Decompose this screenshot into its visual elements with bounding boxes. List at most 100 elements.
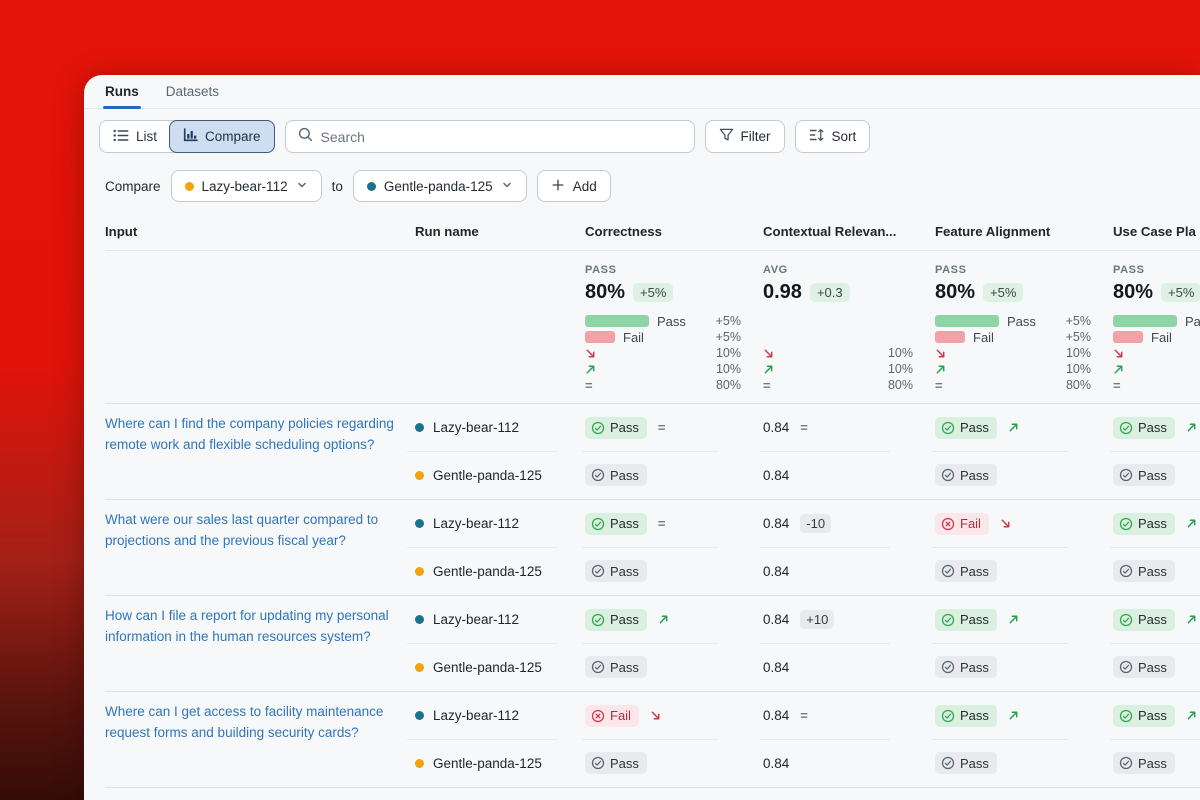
contextual-cell: 0.84	[763, 548, 935, 596]
badge-label: Pass	[960, 564, 989, 579]
badge-label: Pass	[960, 420, 989, 435]
toolbar: List Compare Filter	[99, 120, 1200, 153]
badge-label: Pass	[1138, 756, 1167, 771]
trend-up-icon	[658, 614, 669, 625]
correctness-cell: Pass	[585, 548, 763, 596]
sort-button[interactable]: Sort	[795, 120, 871, 153]
tab-bar: Runs Datasets	[84, 75, 1200, 109]
usecase-cell: Pass	[1113, 740, 1200, 788]
feature-column: FailPass	[935, 500, 1113, 595]
usecase-cell: Pass	[1113, 644, 1200, 692]
legend-value: +5%	[716, 314, 741, 328]
filter-icon	[719, 128, 734, 145]
trend-down-icon	[1113, 348, 1124, 359]
legend-label: Pass	[1185, 314, 1200, 329]
usecase-cell: Pass	[1113, 596, 1200, 644]
correctness-cell: Fail	[585, 692, 763, 740]
run-name-cell[interactable]: Lazy-bear-112	[415, 500, 585, 548]
filter-button[interactable]: Filter	[705, 120, 785, 153]
contextual-relevance-legend: 10%10%=80%	[763, 345, 913, 393]
score-value: 0.84	[763, 468, 789, 483]
pass-distribution-bar	[935, 315, 999, 327]
legend-value: 10%	[888, 346, 913, 360]
run-name-cell[interactable]: Lazy-bear-112	[415, 404, 585, 452]
add-label: Add	[573, 179, 597, 194]
summary-row: PASS 80% +5% Pass+5%Fail+5%10%10%=80% AV…	[105, 251, 1200, 403]
comparison-row: Where can I find the company policies re…	[105, 403, 1200, 499]
legend-label: Fail	[973, 330, 994, 345]
chevron-down-icon	[296, 179, 308, 194]
add-run-button[interactable]: Add	[537, 170, 611, 202]
run-name-cell[interactable]: Lazy-bear-112	[415, 596, 585, 644]
trend-up-icon	[1186, 710, 1197, 721]
stat-label: AVG	[763, 264, 913, 276]
pass-badge: Pass	[1113, 560, 1175, 582]
input-question-link[interactable]: What were our sales last quarter compare…	[105, 512, 378, 548]
check-circle-icon	[1119, 756, 1133, 770]
run-color-dot	[415, 567, 424, 576]
equals-icon: =	[585, 378, 593, 393]
badge-label: Pass	[1138, 708, 1167, 723]
feature-alignment-legend: Pass+5%Fail+5%10%10%=80%	[935, 313, 1091, 393]
legend-row: Fail +5%	[935, 329, 1091, 345]
pass-badge: Pass	[1113, 464, 1175, 486]
run-name-cell[interactable]: Gentle-panda-125	[415, 548, 585, 596]
input-cell: How can I file a report for updating my …	[105, 596, 415, 691]
legend-row: Pass +5%	[585, 313, 741, 329]
usecase-column: Pass	[1113, 788, 1200, 800]
input-question-link[interactable]: How can I file a report for updating my …	[105, 608, 389, 644]
badge-label: Pass	[610, 564, 639, 579]
run-name-cell[interactable]: Lazy-bear-112	[415, 692, 585, 740]
badge-label: Pass	[610, 756, 639, 771]
target-run-dropdown[interactable]: Gentle-panda-125	[353, 170, 527, 202]
contextual-cell: 0.84	[763, 740, 935, 788]
run-name-cell[interactable]: Gentle-panda-125	[415, 740, 585, 788]
input-cell: Where can I get access to facility maint…	[105, 692, 415, 787]
pass-badge: Pass	[1113, 417, 1175, 439]
input-cell: What were our sales last quarter compare…	[105, 500, 415, 595]
contextual-cell: 0.84-10	[763, 500, 935, 548]
run-name-cell[interactable]: Gentle-panda-125	[415, 452, 585, 500]
legend-row: 10%	[763, 345, 913, 361]
badge-label: Pass	[610, 660, 639, 675]
sort-icon	[809, 128, 825, 145]
run-name-column: Lazy-bear-112Gentle-panda-125	[415, 500, 585, 595]
compare-view-button[interactable]: Compare	[169, 120, 275, 153]
badge-label: Pass	[960, 756, 989, 771]
pass-badge: Pass	[935, 656, 997, 678]
tab-runs[interactable]: Runs	[105, 84, 139, 108]
trend-up-icon	[1008, 422, 1019, 433]
stat-label: PASS	[935, 264, 1091, 276]
check-circle-icon	[941, 613, 955, 627]
equals-icon: =	[658, 420, 666, 435]
input-question-link[interactable]: Where can I get access to facility maint…	[105, 704, 383, 740]
search-input[interactable]	[321, 129, 682, 145]
list-view-button[interactable]: List	[99, 120, 171, 153]
check-circle-icon	[1119, 709, 1133, 723]
legend-label: Pass	[657, 314, 686, 329]
pass-badge: Pass	[585, 513, 647, 535]
check-circle-icon	[1119, 517, 1133, 531]
stat-delta-badge: +5%	[633, 283, 673, 302]
contextual-cell: 0.84	[763, 788, 935, 800]
input-cell: Where can I find the company directory w…	[105, 788, 415, 800]
run-name-cell[interactable]: Lazy-bear-112	[415, 788, 585, 800]
run-name-column: Lazy-bear-112 Gentle-panda-125	[415, 596, 585, 691]
input-question-link[interactable]: Where can I find the company policies re…	[105, 416, 394, 452]
input-cell: Where can I find the company policies re…	[105, 404, 415, 499]
run-color-dot	[415, 423, 424, 432]
legend-row: Pass+5%	[1113, 313, 1200, 329]
run-name-cell[interactable]: Gentle-panda-125	[415, 644, 585, 692]
tab-datasets[interactable]: Datasets	[166, 84, 219, 108]
pass-badge: Pass	[585, 560, 647, 582]
equals-icon: =	[800, 420, 808, 435]
run-name: Gentle-panda-125	[433, 660, 542, 675]
legend-value: +5%	[1066, 330, 1091, 344]
feature-cell: Pass	[935, 692, 1113, 740]
stat-value: 0.98	[763, 281, 802, 304]
contextual-column: 0.84-100.84	[763, 500, 935, 595]
pass-distribution-bar	[585, 315, 649, 327]
fail-distribution-bar	[585, 331, 615, 343]
search-box[interactable]	[285, 120, 695, 153]
baseline-run-dropdown[interactable]: Lazy-bear-112	[171, 170, 322, 202]
